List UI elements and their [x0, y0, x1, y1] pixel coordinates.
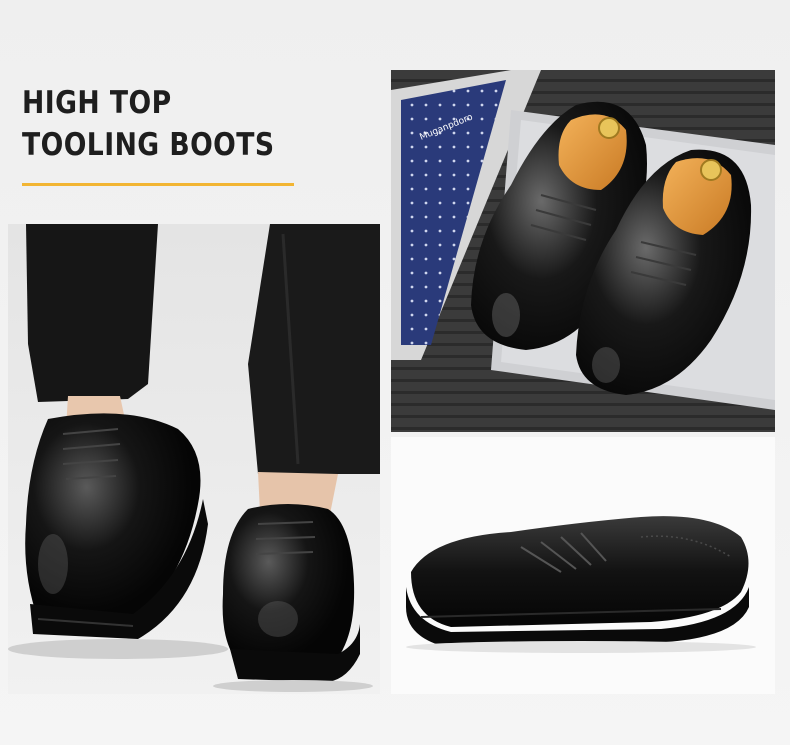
product-banner: HIGH TOP TOOLING BOOTS Muganpdoro: [0, 0, 790, 745]
accent-rule: [22, 183, 294, 186]
headline-line-1: HIGH TOP: [22, 85, 172, 121]
single-shoe-side-photo: [391, 437, 775, 694]
headline-line-2: TOOLING BOOTS: [22, 127, 275, 163]
headline: HIGH TOP TOOLING BOOTS: [22, 82, 275, 166]
legs-shoes-photo: [8, 224, 380, 694]
pair-top-view-photo: Muganpdoro: [391, 70, 775, 432]
